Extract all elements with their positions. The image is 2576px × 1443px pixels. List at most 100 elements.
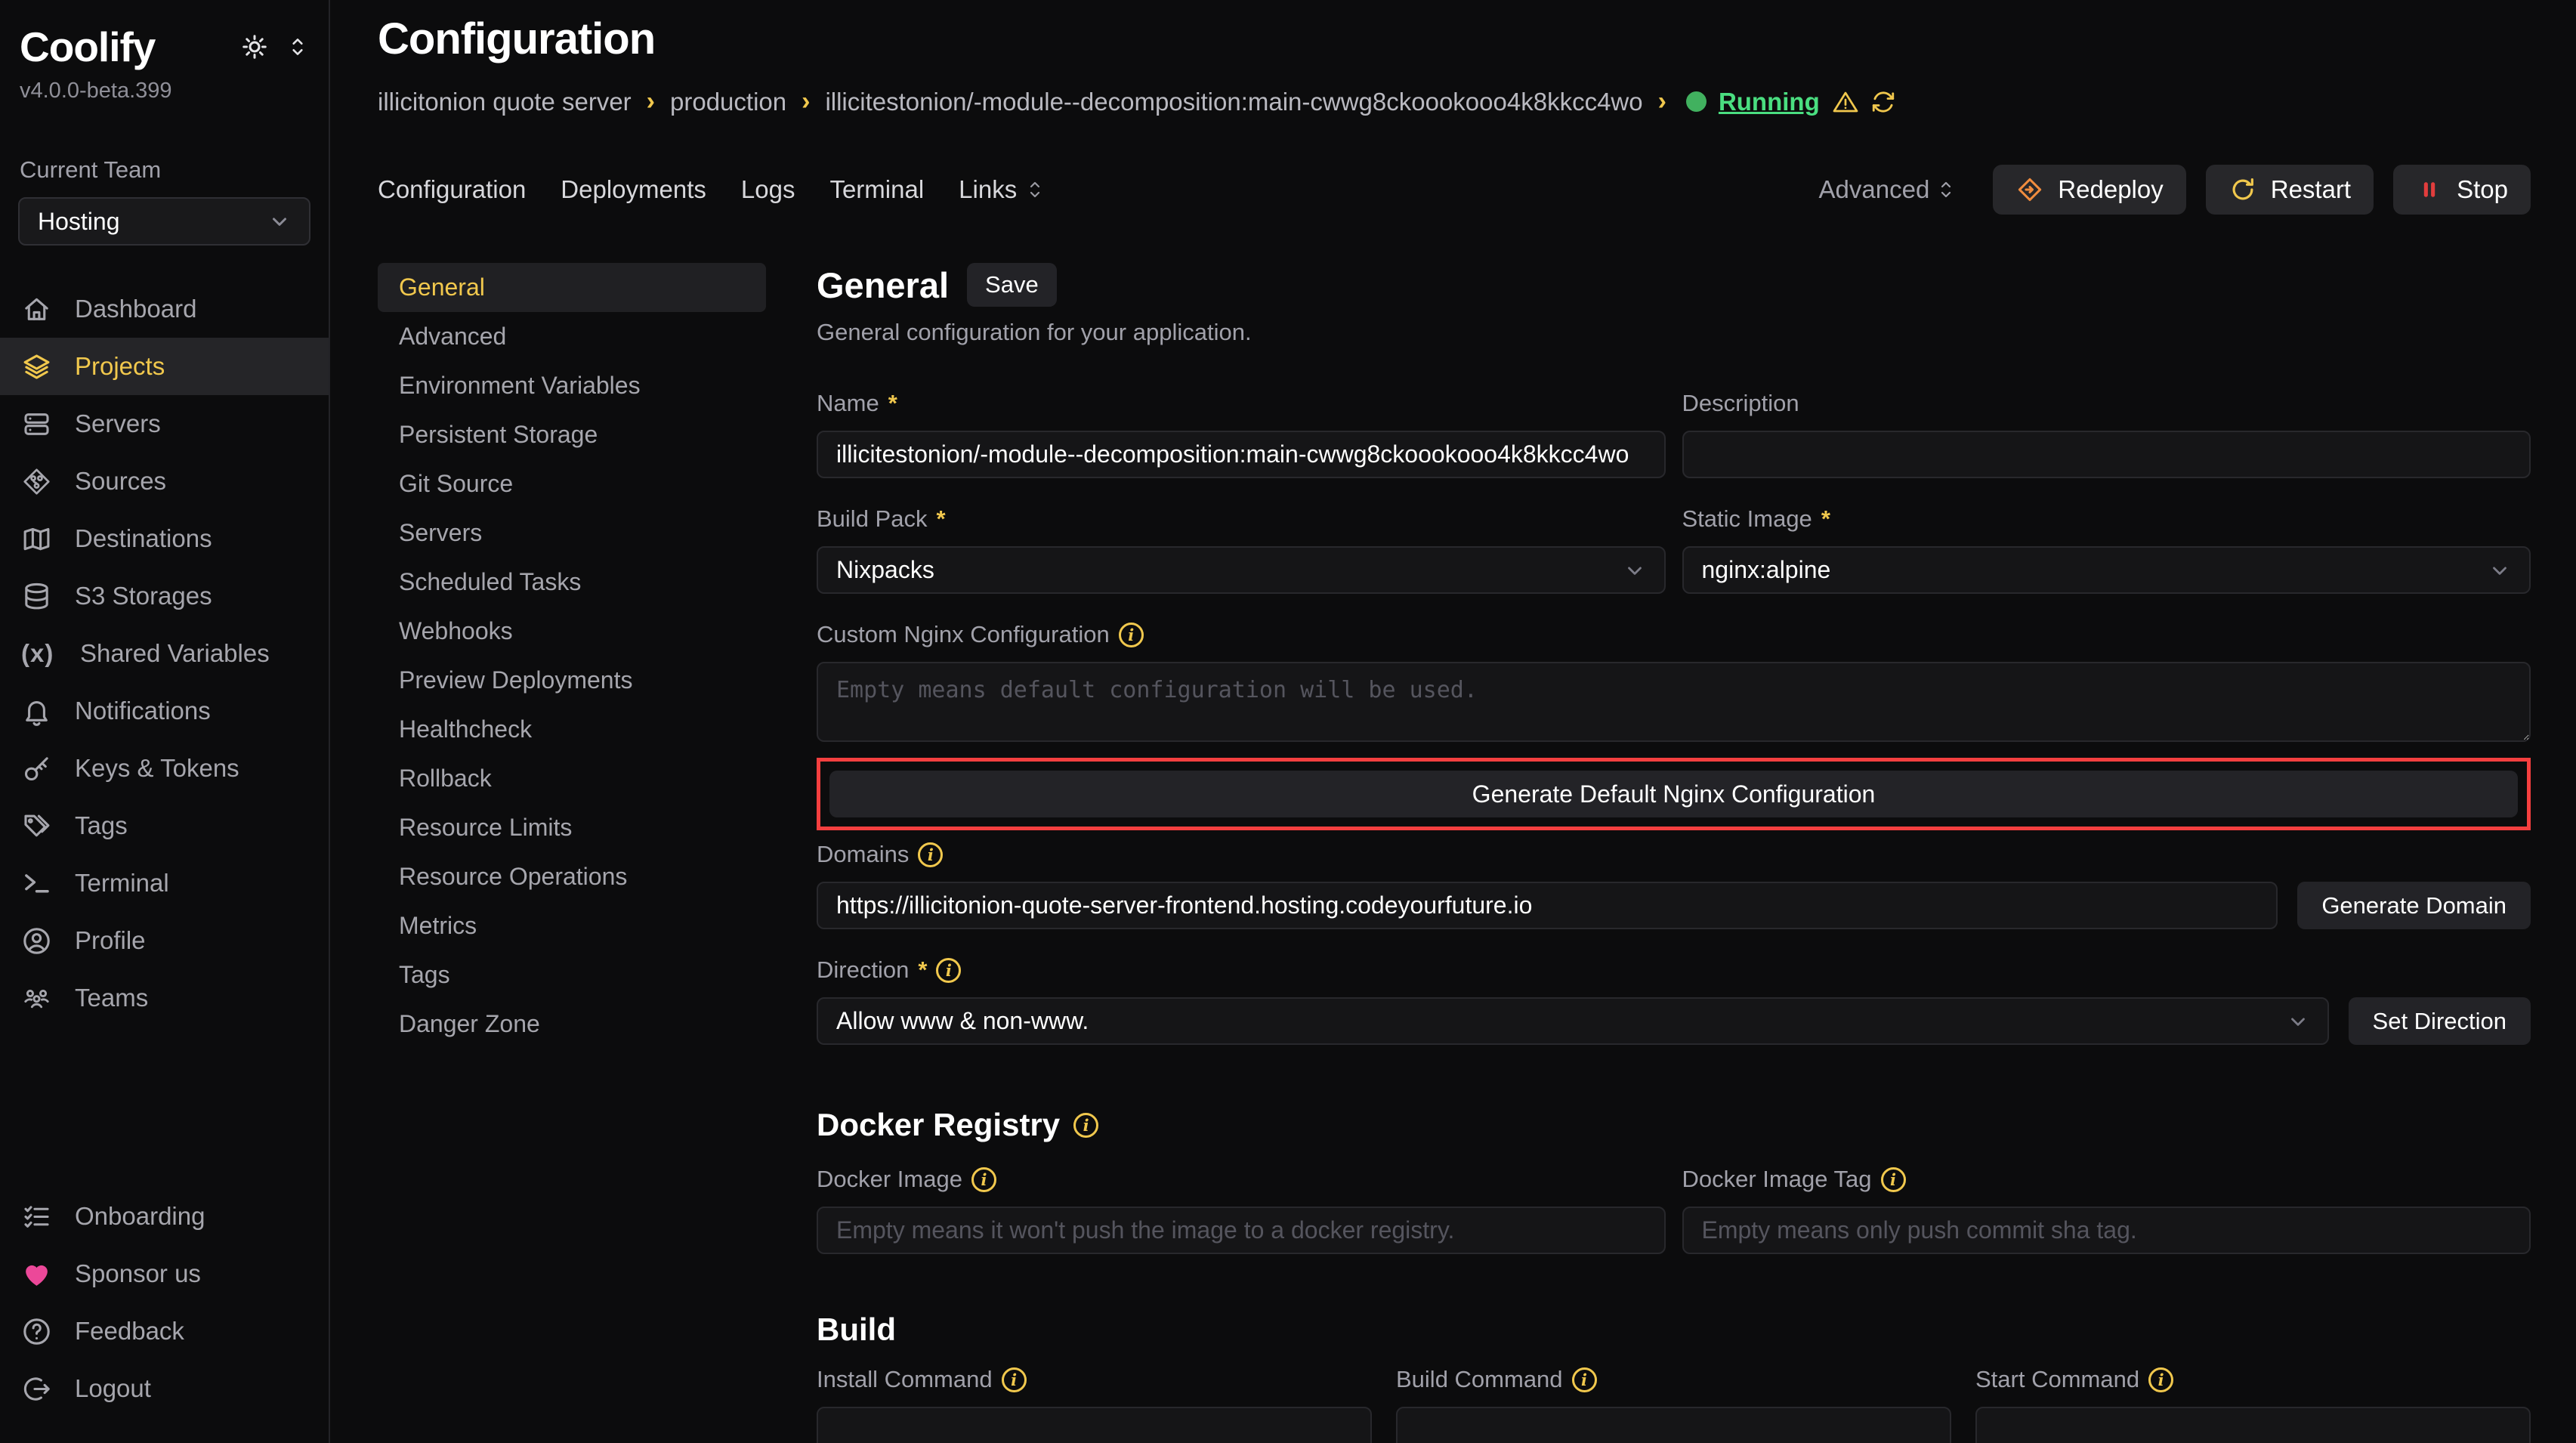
build-pack-select[interactable]: Nixpacks: [817, 546, 1666, 594]
subnav-advanced[interactable]: Advanced: [378, 312, 766, 361]
tag-icon: [21, 811, 52, 842]
info-icon[interactable]: i: [1002, 1367, 1027, 1392]
build-heading: Build: [817, 1312, 2531, 1348]
team-select[interactable]: Hosting: [18, 197, 310, 246]
key-icon: [21, 753, 52, 784]
subnav-metrics[interactable]: Metrics: [378, 901, 766, 950]
direction-select[interactable]: Allow www & non-www.: [817, 997, 2329, 1045]
sidebar-item-servers[interactable]: Servers: [0, 395, 329, 453]
tab-links[interactable]: Links: [959, 175, 1044, 204]
breadcrumb-environment[interactable]: production: [670, 88, 786, 116]
sidebar-item-notifications[interactable]: Notifications: [0, 682, 329, 740]
page-title: Configuration: [378, 14, 2531, 64]
sidebar-item-label: Sponsor us: [75, 1259, 201, 1288]
info-icon[interactable]: i: [2148, 1367, 2173, 1392]
docker-image-tag-label: Docker Image Tagi: [1682, 1166, 2531, 1193]
sidebar-item-terminal[interactable]: Terminal: [0, 854, 329, 912]
start-command-label: Start Commandi: [1975, 1366, 2531, 1393]
restart-icon: [2229, 175, 2257, 204]
tab-configuration[interactable]: Configuration: [378, 175, 526, 204]
subnav-servers[interactable]: Servers: [378, 508, 766, 558]
subnav-resource-limits[interactable]: Resource Limits: [378, 803, 766, 852]
sidebar-item-projects[interactable]: Projects: [0, 338, 329, 395]
save-button[interactable]: Save: [967, 263, 1057, 307]
header-actions: Advanced Redeploy Restart Stop: [1819, 165, 2531, 215]
server-icon: [21, 409, 52, 440]
subnav-rollback[interactable]: Rollback: [378, 754, 766, 803]
build-pack-label: Build Pack*: [817, 505, 1666, 533]
docker-image-tag-input[interactable]: [1682, 1207, 2531, 1254]
subnav-healthcheck[interactable]: Healthcheck: [378, 705, 766, 754]
sidebar-item-feedback[interactable]: Feedback: [0, 1302, 329, 1360]
sidebar-item-profile[interactable]: Profile: [0, 912, 329, 969]
domains-input[interactable]: [817, 882, 2278, 929]
tab-deployments[interactable]: Deployments: [561, 175, 706, 204]
advanced-dropdown[interactable]: Advanced: [1819, 175, 1956, 204]
warning-icon[interactable]: [1832, 88, 1859, 116]
users-icon: [21, 983, 52, 1014]
info-icon[interactable]: i: [918, 842, 943, 867]
subnav-scheduled-tasks[interactable]: Scheduled Tasks: [378, 558, 766, 607]
status-badge[interactable]: Running: [1719, 88, 1820, 116]
info-icon[interactable]: i: [1119, 623, 1144, 647]
description-input[interactable]: [1682, 431, 2531, 478]
subnav-git-source[interactable]: Git Source: [378, 459, 766, 508]
generate-nginx-config-button[interactable]: Generate Default Nginx Configuration: [829, 771, 2518, 817]
info-icon[interactable]: i: [1881, 1167, 1906, 1192]
sidebar-item-sources[interactable]: Sources: [0, 453, 329, 510]
sidebar-item-onboarding[interactable]: Onboarding: [0, 1188, 329, 1245]
sidebar-item-teams[interactable]: Teams: [0, 969, 329, 1027]
subnav-preview-deployments[interactable]: Preview Deployments: [378, 656, 766, 705]
static-image-select[interactable]: nginx:alpine: [1682, 546, 2531, 594]
install-command-input[interactable]: [817, 1407, 1372, 1443]
sidebar-item-s3-storages[interactable]: S3 Storages: [0, 567, 329, 625]
restart-button[interactable]: Restart: [2206, 165, 2374, 215]
general-heading: General: [817, 264, 949, 306]
variables-icon: (x): [21, 639, 57, 668]
custom-nginx-textarea[interactable]: [817, 662, 2531, 742]
refresh-icon[interactable]: [1870, 88, 1897, 116]
description-label: Description: [1682, 390, 2531, 417]
info-icon[interactable]: i: [1073, 1113, 1098, 1138]
subnav-general[interactable]: General: [378, 263, 766, 312]
set-direction-button[interactable]: Set Direction: [2349, 997, 2531, 1045]
build-command-input[interactable]: [1396, 1407, 1951, 1443]
sidebar-item-destinations[interactable]: Destinations: [0, 510, 329, 567]
redeploy-button[interactable]: Redeploy: [1993, 165, 2185, 215]
breadcrumb-separator: ›: [802, 87, 810, 116]
sidebar-item-shared-variables[interactable]: (x) Shared Variables: [0, 625, 329, 682]
sidebar-item-dashboard[interactable]: Dashboard: [0, 280, 329, 338]
sun-icon[interactable]: [241, 33, 268, 60]
current-team-label: Current Team: [0, 156, 329, 184]
info-icon[interactable]: i: [971, 1167, 996, 1192]
name-input[interactable]: [817, 431, 1666, 478]
subnav-danger-zone[interactable]: Danger Zone: [378, 1000, 766, 1049]
sidebar-item-label: S3 Storages: [75, 582, 212, 610]
sidebar-item-label: Tags: [75, 811, 128, 840]
tab-logs[interactable]: Logs: [741, 175, 795, 204]
stop-icon: [2416, 176, 2443, 203]
sidebar-item-logout[interactable]: Logout: [0, 1360, 329, 1417]
subnav-tags[interactable]: Tags: [378, 950, 766, 1000]
subnav-resource-operations[interactable]: Resource Operations: [378, 852, 766, 901]
subnav-webhooks[interactable]: Webhooks: [378, 607, 766, 656]
generate-domain-button[interactable]: Generate Domain: [2297, 882, 2531, 929]
stop-button[interactable]: Stop: [2393, 165, 2531, 215]
sidebar-item-keys-tokens[interactable]: Keys & Tokens: [0, 740, 329, 797]
database-icon: [21, 581, 52, 612]
info-icon[interactable]: i: [936, 958, 961, 983]
sidebar-item-label: Shared Variables: [80, 639, 270, 668]
start-command-input[interactable]: [1975, 1407, 2531, 1443]
docker-image-input[interactable]: [817, 1207, 1666, 1254]
subnav-persistent-storage[interactable]: Persistent Storage: [378, 410, 766, 459]
subnav-environment-variables[interactable]: Environment Variables: [378, 361, 766, 410]
chevron-updown-icon[interactable]: [288, 36, 307, 58]
breadcrumb-project[interactable]: illicitonion quote server: [378, 88, 632, 116]
info-icon[interactable]: i: [1572, 1367, 1597, 1392]
tab-terminal[interactable]: Terminal: [829, 175, 924, 204]
direction-label: Direction*i: [817, 956, 2531, 984]
breadcrumb-application[interactable]: illicitestonion/-module--decomposition:m…: [825, 88, 1642, 116]
sidebar-item-tags[interactable]: Tags: [0, 797, 329, 854]
sidebar-item-label: Dashboard: [75, 295, 196, 323]
sidebar-item-sponsor-us[interactable]: Sponsor us: [0, 1245, 329, 1302]
